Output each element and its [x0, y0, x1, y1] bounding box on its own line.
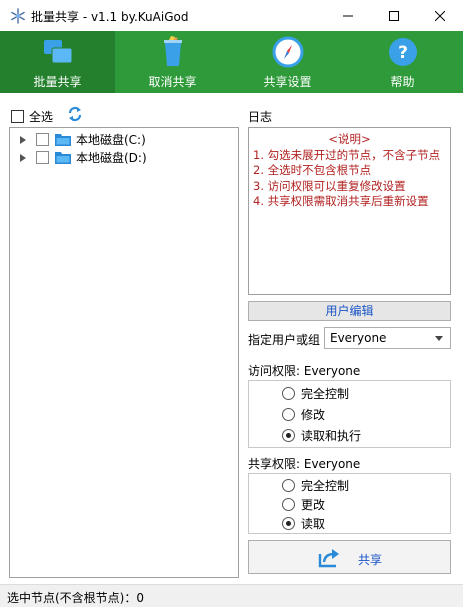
drive-tree[interactable]: 本地磁盘(C:) 本地磁盘(D:): [9, 127, 239, 578]
share-permission-group: 完全控制 更改 读取: [248, 473, 451, 534]
drive-d-checkbox[interactable]: [36, 151, 49, 164]
share-settings-label: 共享设置: [263, 75, 312, 89]
radio-button[interactable]: [282, 407, 295, 421]
title-bar: 批量共享 - v1.1 by.KuAiGod: [0, 0, 463, 31]
batch-share-icon: [43, 40, 72, 64]
share-arrow-icon: [318, 549, 339, 568]
log-line: 2. 全选时不包含根节点: [253, 163, 372, 177]
share-change-option[interactable]: 更改: [282, 496, 325, 512]
user-edit-button[interactable]: 用户编辑: [248, 301, 451, 321]
radio-button[interactable]: [282, 386, 295, 400]
access-read-execute-option[interactable]: 读取和执行: [282, 427, 361, 443]
expand-arrow-icon[interactable]: [20, 131, 28, 148]
radio-label: 修改: [301, 407, 326, 422]
svg-text:?: ?: [398, 43, 408, 63]
share-settings-tab[interactable]: 共享设置: [230, 31, 345, 93]
toolbar: 批量共享 取消共享 共享设置 ? 帮助: [0, 31, 463, 93]
minimize-button[interactable]: [325, 0, 371, 31]
expand-arrow-icon[interactable]: [20, 149, 28, 166]
share-read-option[interactable]: 读取: [282, 515, 325, 531]
share-permission-title: 共享权限: Everyone: [248, 457, 361, 471]
close-icon: [435, 10, 445, 21]
maximize-icon: [389, 10, 399, 21]
access-permission-title: 访问权限: Everyone: [248, 364, 361, 378]
window-title: 批量共享 - v1.1 by.KuAiGod: [31, 10, 189, 24]
status-bar: 选中节点(不含根节点)：0: [0, 584, 463, 607]
selected-nodes-status: 选中节点(不含根节点)：0: [7, 591, 144, 605]
radio-button[interactable]: [282, 428, 295, 442]
refresh-icon[interactable]: [67, 106, 83, 122]
drive-d-label: 本地磁盘(D:): [76, 151, 147, 165]
help-label: 帮助: [390, 75, 415, 89]
user-group-select[interactable]: Everyone: [324, 327, 451, 349]
help-icon: ?: [388, 38, 417, 66]
log-line: 1. 勾选未展开过的节点，不含子节点: [253, 147, 441, 162]
log-title: 日志: [248, 110, 273, 124]
log-box: <说明> 1. 勾选未展开过的节点，不含子节点 2. 全选时不包含根节点 3. …: [248, 127, 451, 295]
share-button-label: 共享: [358, 553, 383, 567]
log-heading: <说明>: [328, 132, 371, 146]
folder-icon: [55, 152, 71, 164]
maximize-button[interactable]: [371, 0, 417, 31]
user-group-label: 指定用户或组: [248, 333, 321, 347]
compass-icon: [272, 36, 303, 68]
radio-button[interactable]: [282, 497, 295, 511]
close-button[interactable]: [417, 0, 463, 31]
radio-label: 更改: [301, 497, 326, 512]
select-all-checkbox[interactable]: 全选: [11, 108, 53, 125]
log-line: 3. 访问权限可以重复修改设置: [253, 178, 406, 193]
radio-button[interactable]: [282, 516, 295, 530]
access-modify-option[interactable]: 修改: [282, 406, 325, 422]
select-all-label: 全选: [29, 110, 54, 124]
cancel-share-label: 取消共享: [148, 75, 197, 89]
log-line: 4. 共享权限需取消共享后重新设置: [253, 194, 429, 208]
batch-share-label: 批量共享: [33, 75, 82, 89]
radio-button[interactable]: [282, 478, 295, 492]
batch-share-tab[interactable]: 批量共享: [0, 31, 115, 93]
user-group-value: Everyone: [330, 331, 387, 345]
radio-label: 读取和执行: [301, 428, 362, 443]
tree-item-drive-d[interactable]: 本地磁盘(D:): [10, 149, 147, 166]
drive-c-label: 本地磁盘(C:): [76, 133, 146, 147]
radio-label: 读取: [301, 516, 326, 531]
drive-c-checkbox[interactable]: [36, 133, 49, 146]
share-full-control-option[interactable]: 完全控制: [282, 477, 349, 493]
radio-label: 完全控制: [301, 386, 350, 401]
help-tab[interactable]: ? 帮助: [345, 31, 460, 93]
recycle-bin-icon: [163, 36, 182, 66]
share-button[interactable]: 共享: [248, 540, 451, 574]
access-full-control-option[interactable]: 完全控制: [282, 385, 349, 401]
chevron-down-icon: [435, 336, 443, 341]
snowflake-app-icon: [11, 8, 25, 24]
radio-label: 完全控制: [301, 478, 350, 493]
tree-item-drive-c[interactable]: 本地磁盘(C:): [10, 131, 146, 148]
access-permission-group: 完全控制 修改 读取和执行: [248, 380, 451, 448]
select-all-box[interactable]: [11, 110, 24, 123]
minimize-icon: [343, 15, 353, 16]
folder-icon: [55, 134, 71, 146]
cancel-share-tab[interactable]: 取消共享: [115, 31, 230, 93]
